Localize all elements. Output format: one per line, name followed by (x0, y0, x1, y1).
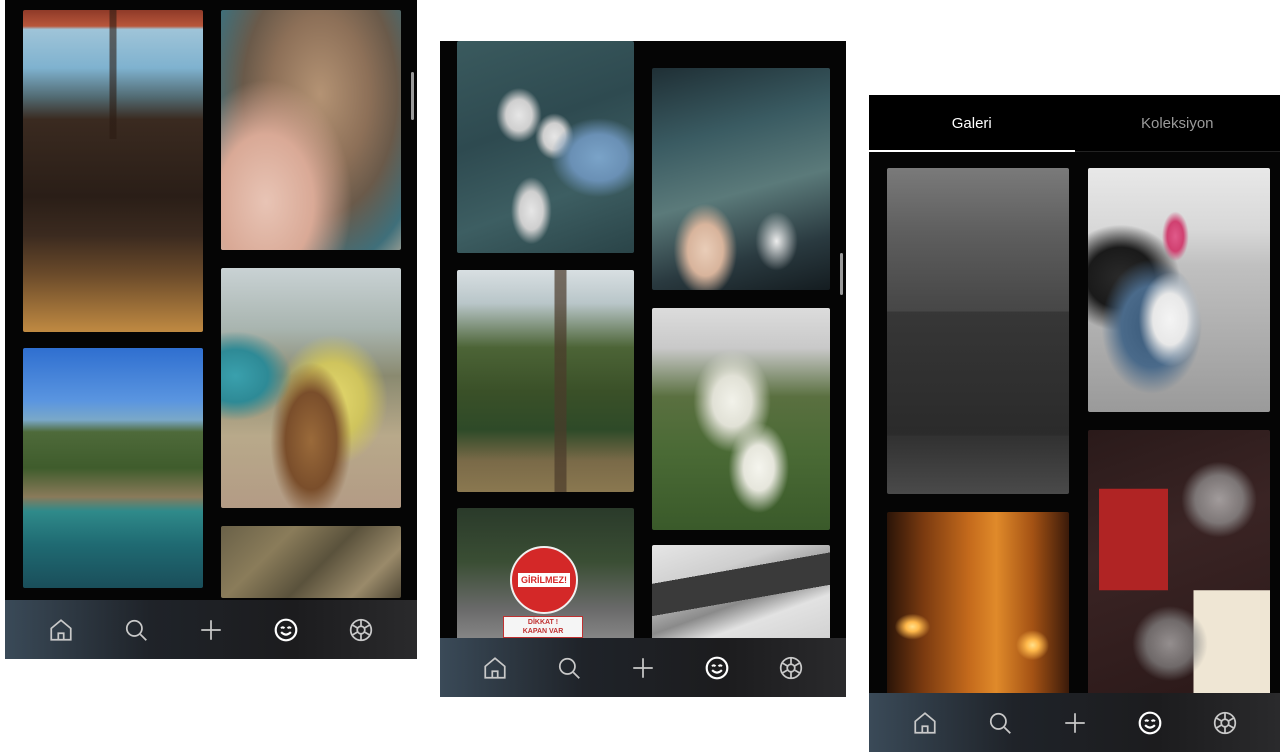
photo-tile[interactable] (23, 348, 203, 588)
photo-tile[interactable] (457, 41, 634, 253)
bottom-nav (440, 638, 846, 697)
sign-text: GİRİLMEZ! (518, 573, 570, 587)
home-icon[interactable] (908, 706, 942, 740)
scrollbar[interactable] (411, 72, 414, 120)
photo-tile[interactable] (1088, 168, 1270, 412)
no-entry-sign: GİRİLMEZ! (510, 546, 578, 614)
photo-tile[interactable]: GİRİLMEZ! DİKKAT ! KAPAN VAR (457, 508, 634, 643)
smiley-icon[interactable] (1133, 706, 1167, 740)
warning-text-1: DİKKAT ! (527, 619, 559, 626)
home-icon[interactable] (44, 613, 78, 647)
bottom-nav (5, 600, 417, 659)
warning-text-2: KAPAN VAR (522, 628, 564, 635)
aperture-icon[interactable] (774, 651, 808, 685)
tab-koleksiyon[interactable]: Koleksiyon (1075, 95, 1280, 151)
search-icon[interactable] (983, 706, 1017, 740)
photo-tile[interactable] (221, 10, 401, 250)
photo-tile[interactable] (23, 10, 203, 332)
screen-gallery-1 (5, 0, 417, 659)
search-icon[interactable] (552, 651, 586, 685)
smiley-icon[interactable] (700, 651, 734, 685)
screen-gallery-3: Galeri Koleksiyon (869, 95, 1280, 752)
plus-icon[interactable] (194, 613, 228, 647)
photo-tile[interactable] (652, 308, 830, 530)
home-icon[interactable] (478, 651, 512, 685)
photo-tile[interactable] (887, 512, 1069, 697)
screen-gallery-2: GİRİLMEZ! DİKKAT ! KAPAN VAR (440, 41, 846, 697)
scrollbar[interactable] (840, 253, 843, 295)
photo-tile[interactable] (652, 68, 830, 290)
tab-galeri[interactable]: Galeri (869, 95, 1075, 152)
aperture-icon[interactable] (344, 613, 378, 647)
smiley-icon[interactable] (269, 613, 303, 647)
photo-tile[interactable] (887, 168, 1069, 494)
plus-icon[interactable] (1058, 706, 1092, 740)
plus-icon[interactable] (626, 651, 660, 685)
photo-tile[interactable] (652, 545, 830, 643)
photo-tile[interactable] (221, 268, 401, 508)
photo-tile[interactable] (221, 526, 401, 598)
tab-bar: Galeri Koleksiyon (869, 95, 1280, 152)
photo-tile[interactable] (1088, 430, 1270, 697)
bottom-nav (869, 693, 1280, 752)
aperture-icon[interactable] (1208, 706, 1242, 740)
photo-tile[interactable] (457, 270, 634, 492)
warning-plate: DİKKAT ! KAPAN VAR (503, 616, 583, 638)
search-icon[interactable] (119, 613, 153, 647)
